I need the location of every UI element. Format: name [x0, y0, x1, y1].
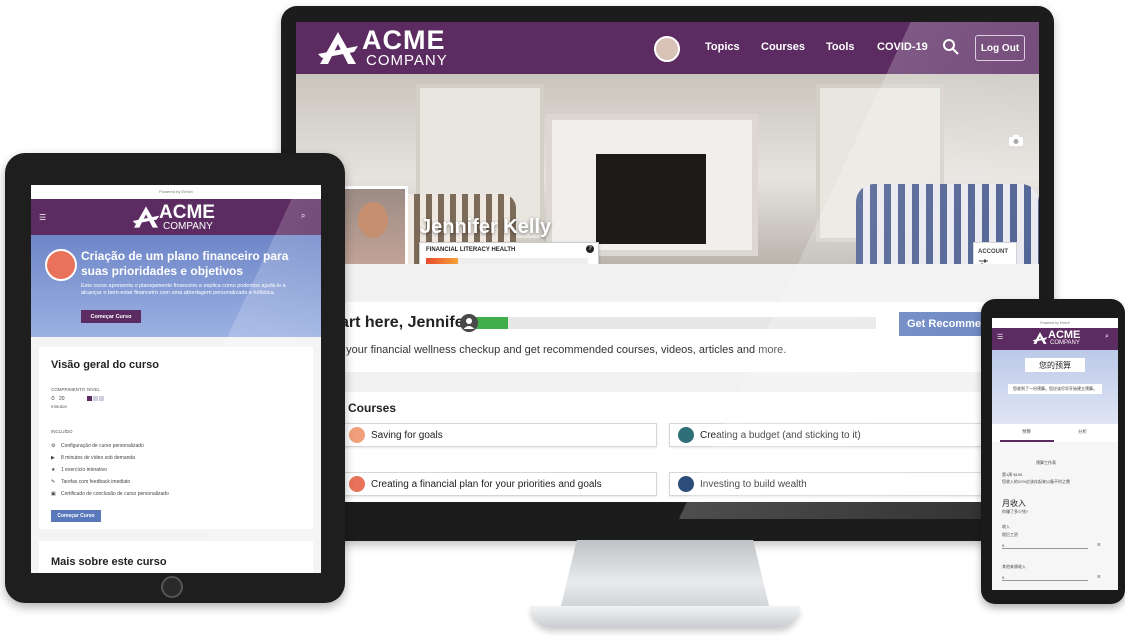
start-description: t your financial wellness checkup and ge… — [340, 344, 787, 356]
level-bar-3 — [99, 396, 104, 401]
monitor-stand-neck — [560, 540, 770, 610]
field-sublabel: 税后工资 — [1002, 532, 1018, 537]
level-bar-1 — [87, 396, 92, 401]
settings-icon: ⚙ — [51, 443, 56, 449]
course-card[interactable]: Creating a budget (and sticking to it) — [669, 423, 1001, 447]
budget-title: 您的预算 — [1025, 358, 1085, 372]
checkup-progress-track — [476, 317, 876, 329]
budget-icon — [678, 427, 694, 443]
piggy-bank-icon — [349, 427, 365, 443]
note-line: 第1周 $100 — [1002, 472, 1023, 477]
hamburger-menu-icon[interactable]: ☰ — [39, 213, 46, 222]
included-item: Configuração de curso personalizado — [61, 443, 144, 449]
clock-icon: ⏱ — [51, 396, 55, 402]
included-item: Tarefas com feedback imediato — [61, 479, 131, 485]
length-label: COMPRIMENTO — [51, 387, 86, 392]
included-item: 1 exercício interativo — [61, 467, 107, 473]
checkup-progress-fill — [476, 317, 508, 329]
more-heading: Mais sobre este curso — [51, 556, 167, 568]
included-label: INCLUÍDO — [51, 429, 73, 434]
length-unit: minutos — [51, 404, 67, 409]
income-field[interactable]: ¥ — [1002, 543, 1088, 549]
course-title: Creating a financial plan for your prior… — [371, 478, 602, 490]
camera-icon[interactable] — [1008, 134, 1024, 146]
logout-button[interactable]: Log Out — [975, 35, 1025, 61]
overview-heading: Visão geral do curso — [51, 359, 160, 371]
chart-icon — [678, 476, 694, 492]
field-label: 收入 — [1002, 524, 1010, 529]
logo-subtitle: COMPANY — [366, 52, 448, 69]
logo-subtitle: COMPANY — [1050, 340, 1080, 346]
budget-hero: 您的预算 您收到了一份预算。您应该尽早开始建立预算。 — [992, 350, 1118, 424]
section-label: 预算工作表 — [1036, 460, 1056, 465]
account-label: ACCOUNT — [978, 249, 1008, 255]
home-button[interactable] — [161, 576, 183, 598]
flh-label: FINANCIAL LITERACY HEALTH — [426, 247, 516, 253]
courses-card — [336, 392, 1036, 519]
user-circle-icon — [460, 314, 478, 332]
course-card[interactable]: Investing to build wealth — [669, 472, 1001, 496]
search-icon[interactable]: ⌕ — [1105, 333, 1109, 341]
desktop-navbar: ACME COMPANY Topics Courses Tools COVID-… — [296, 22, 1039, 74]
profile-face — [358, 202, 388, 238]
level-label: NÍVEL — [87, 387, 101, 392]
user-avatar[interactable] — [654, 36, 680, 62]
course-card[interactable]: Creating a financial plan for your prior… — [340, 472, 657, 496]
desktop-screen: ACME COMPANY Topics Courses Tools COVID-… — [296, 22, 1039, 519]
income-question: 你赚了多少钱? — [1002, 509, 1029, 514]
powered-by: Powered by Enrich — [1040, 321, 1070, 325]
note-line: 您收入的20%应该存起来以备不时之需 — [1002, 479, 1071, 484]
certificate-icon: ▣ — [51, 491, 56, 497]
pencil-icon: ✎ — [51, 479, 56, 485]
other-income-field[interactable]: ¥ — [1002, 575, 1088, 581]
course-title: Saving for goals — [371, 429, 443, 441]
nav-covid[interactable]: COVID-19 — [877, 41, 928, 53]
screen-glare — [211, 185, 321, 573]
budget-subtitle: 您收到了一份预算。您应该尽早开始建立预算。 — [1008, 384, 1102, 394]
star-icon: ★ — [51, 467, 56, 473]
help-icon[interactable]: ? — [586, 245, 594, 253]
length-value: 20 — [59, 396, 65, 402]
included-item: Certificado de conclusão de curso person… — [61, 491, 169, 497]
screen-bottom-edge — [296, 502, 1039, 519]
courses-heading: r Courses — [340, 401, 397, 415]
video-icon: ▶ — [51, 455, 55, 461]
firebox — [596, 154, 706, 244]
nav-tools[interactable]: Tools — [826, 41, 855, 53]
tab-analysis[interactable]: 分析 — [1078, 429, 1087, 435]
phone-screen: Powered by Enrich ☰ ACME COMPANY ⌕ 您的预算 … — [992, 318, 1118, 590]
course-card[interactable]: Saving for goals — [340, 423, 657, 447]
phone-tabs: 预算 分析 — [992, 424, 1118, 443]
start-course-button[interactable]: Começar Curso — [81, 310, 141, 323]
sliders-icon[interactable]: ☰ — [1097, 542, 1101, 547]
monitor-stand-base — [530, 606, 800, 628]
sliders-icon[interactable]: ☰ — [1097, 574, 1101, 579]
start-heading: art here, Jennifer — [340, 314, 470, 331]
course-title: Investing to build wealth — [700, 478, 807, 490]
field-label: 其他来源收入 — [1002, 564, 1026, 569]
phone-body: 预算工作表 第1周 $100 您收入的20%应该存起来以备不时之需 月收入 你赚… — [992, 442, 1118, 590]
phone-navbar: ☰ ACME COMPANY ⌕ — [992, 328, 1118, 350]
nav-courses[interactable]: Courses — [761, 41, 805, 53]
plan-icon — [349, 476, 365, 492]
acme-logo-icon[interactable] — [131, 205, 161, 229]
course-icon — [45, 249, 77, 281]
acme-logo-icon[interactable] — [316, 30, 360, 66]
tab-budget[interactable]: 预算 — [1022, 429, 1031, 435]
course-title: Creating a budget (and sticking to it) — [700, 429, 861, 441]
logo-subtitle: COMPANY — [163, 221, 213, 232]
tablet-screen: Powered by Enrich ☰ ACME COMPANY ⌕ Criaç… — [31, 185, 321, 573]
acme-logo-icon[interactable] — [1032, 331, 1048, 345]
nav-topics[interactable]: Topics — [705, 41, 740, 53]
start-course-button[interactable]: Começar Curso — [51, 510, 101, 522]
search-icon[interactable] — [942, 38, 960, 56]
hamburger-menu-icon[interactable]: ☰ — [997, 333, 1003, 341]
included-item: 8 minutos de vídeo sob demanda — [61, 455, 135, 461]
profile-name: Jennifer Kelly — [420, 216, 552, 238]
level-bar-2 — [93, 396, 98, 401]
income-heading: 月收入 — [1002, 499, 1026, 508]
